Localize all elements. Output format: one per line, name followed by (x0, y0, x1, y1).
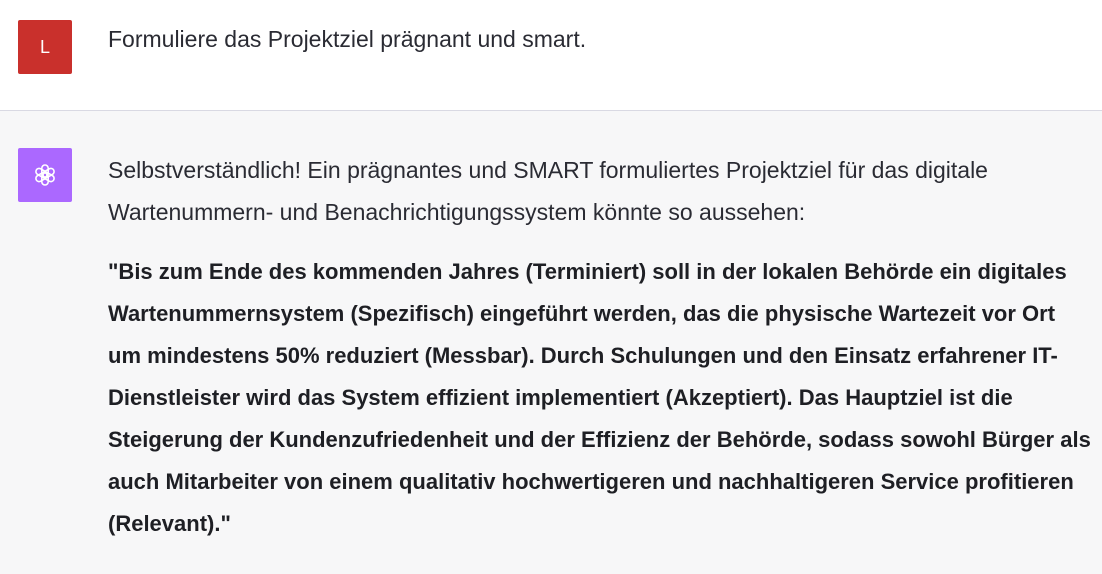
user-message: L Formuliere das Projektziel prägnant un… (0, 0, 1102, 111)
user-avatar-letter: L (39, 36, 50, 57)
assistant-message: Selbstverständlich! Ein prägnantes und S… (0, 111, 1102, 574)
assistant-message-body: Selbstverständlich! Ein prägnantes und S… (108, 149, 1093, 545)
assistant-avatar (18, 148, 72, 202)
assistant-quote-text: "Bis zum Ende des kommenden Jahres (Term… (108, 259, 1091, 536)
user-message-text: Formuliere das Projektziel prägnant und … (108, 26, 587, 52)
user-avatar: L (18, 20, 72, 74)
assistant-intro-text: Selbstverständlich! Ein prägnantes und S… (108, 157, 988, 225)
openai-logo-icon (35, 164, 55, 186)
